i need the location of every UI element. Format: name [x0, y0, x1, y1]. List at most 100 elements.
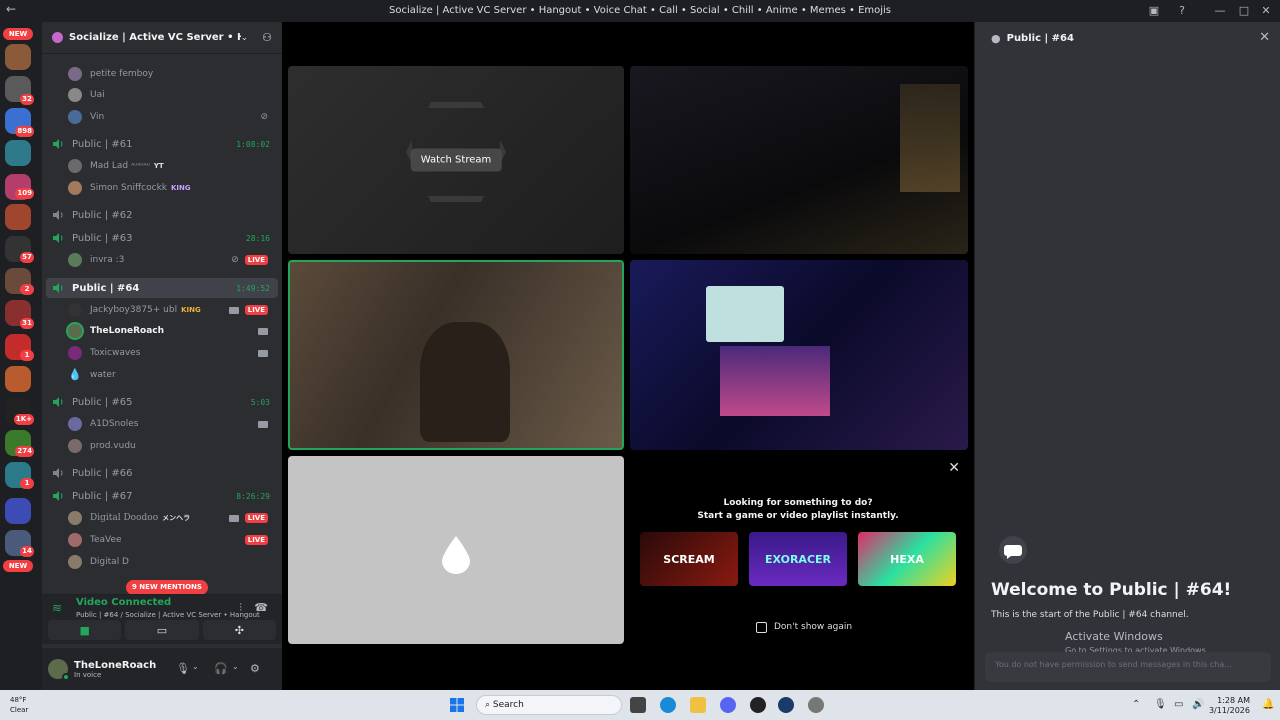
- steam-icon[interactable]: [778, 697, 794, 713]
- server-header[interactable]: Socialize | Active VC Server • Han... ⌄ …: [42, 22, 282, 54]
- discord-icon[interactable]: [720, 697, 736, 713]
- windows-taskbar: 48°F Clear ⌕ Search ⌃ 🎙 ▭ 🔊 1:28 AM 3/11…: [0, 690, 1280, 720]
- server-rail: NEW 32 898 109 57 2 31 1 1K+ 274 1 14 NE…: [0, 22, 36, 690]
- member-name[interactable]: water: [90, 370, 116, 380]
- inbox-icon[interactable]: ▣: [1146, 3, 1162, 19]
- voice-channel[interactable]: Public | #61 1:08:02: [46, 134, 278, 154]
- member-name[interactable]: Jackyboy3875+ ubl: [90, 305, 177, 315]
- help-icon[interactable]: ?: [1174, 3, 1190, 19]
- watch-stream-button[interactable]: Watch Stream: [410, 148, 502, 172]
- notification-bell-icon[interactable]: 🔔: [1262, 699, 1274, 710]
- microphone-icon[interactable]: 🎙: [1154, 699, 1167, 710]
- signal-icon[interactable]: ≋: [52, 601, 62, 615]
- video-tile-speaking[interactable]: [288, 260, 624, 450]
- server-icon[interactable]: [5, 204, 31, 230]
- microphone-icon[interactable]: 🎙: [176, 662, 190, 675]
- task-view-icon[interactable]: [630, 697, 646, 713]
- windows-start-icon[interactable]: [450, 698, 464, 712]
- server-folder-icon[interactable]: [5, 498, 31, 524]
- activities-button[interactable]: ✣: [202, 620, 276, 640]
- avatar: [68, 253, 82, 267]
- new-pill[interactable]: NEW: [3, 28, 33, 40]
- add-member-icon[interactable]: ⚇: [262, 31, 272, 44]
- member-tag: KING: [181, 306, 201, 314]
- chevron-up-icon[interactable]: ⌃: [1132, 699, 1140, 710]
- game-card[interactable]: SCREAM: [640, 532, 738, 586]
- member-name[interactable]: prod.vudu: [90, 441, 136, 451]
- screen-share-button[interactable]: ▭: [125, 620, 199, 640]
- stream-tile[interactable]: Watch Stream: [288, 66, 624, 254]
- new-mentions-pill[interactable]: 9 NEW MENTIONS: [126, 580, 208, 595]
- new-pill[interactable]: NEW: [3, 560, 33, 572]
- muted-icon: ⊘: [231, 255, 239, 265]
- edge-icon[interactable]: [660, 697, 676, 713]
- member-tag: KING: [171, 184, 191, 192]
- chevron-down-icon[interactable]: ⌄: [241, 33, 249, 43]
- channel-name: Public | #64: [72, 282, 140, 294]
- chevron-down-icon[interactable]: ⌄: [192, 662, 199, 671]
- close-window-button[interactable]: ✕: [1258, 3, 1274, 19]
- settings-gear-icon[interactable]: ⚙: [250, 662, 260, 675]
- disconnect-icon[interactable]: ☎: [254, 601, 268, 614]
- close-icon[interactable]: ✕: [948, 460, 960, 476]
- server-icon[interactable]: [5, 140, 31, 166]
- taskbar-search[interactable]: ⌕ Search: [476, 695, 622, 715]
- member-name[interactable]: TeaVee: [90, 535, 122, 545]
- unread-badge: 109: [15, 188, 34, 199]
- channel-list: petite femboy Uai Vin ⊘ Public | #61 1:08…: [42, 54, 282, 594]
- avatar: [68, 159, 82, 173]
- avatar[interactable]: [48, 659, 70, 681]
- server-icon[interactable]: [5, 44, 31, 70]
- unread-badge: 2: [20, 284, 34, 295]
- network-icon[interactable]: ▭: [1174, 699, 1183, 710]
- app-icon[interactable]: [750, 697, 766, 713]
- message-input-disabled: You do not have permission to send messa…: [985, 652, 1271, 682]
- unread-badge: 1: [20, 478, 34, 489]
- member-name[interactable]: Simon Sniffcockk: [90, 183, 167, 193]
- noise-suppression-icon[interactable]: ⫶: [239, 601, 242, 615]
- member-name[interactable]: TheLoneRoach: [90, 326, 164, 336]
- member-name[interactable]: Uai: [90, 90, 105, 100]
- minimize-button[interactable]: —: [1212, 3, 1228, 19]
- avatar: [68, 181, 82, 195]
- clock-date: 3/11/2026: [1208, 706, 1250, 715]
- settings-icon[interactable]: [808, 697, 824, 713]
- member-name[interactable]: Toxicwaves: [90, 348, 140, 358]
- weather-widget[interactable]: 48°F Clear: [10, 695, 28, 715]
- speaker-icon: [53, 139, 63, 149]
- voice-connected-label: Video Connected: [76, 597, 172, 608]
- volume-icon[interactable]: 🔊: [1192, 699, 1204, 710]
- member-name[interactable]: Vin: [90, 112, 104, 122]
- member-name[interactable]: petite femboy: [90, 69, 153, 79]
- voice-channel-active[interactable]: Public | #64 1:49:52: [46, 278, 278, 298]
- voice-channel[interactable]: Public | #65 5:03: [46, 392, 278, 412]
- member-name[interactable]: Digital D: [90, 557, 129, 567]
- close-icon[interactable]: ✕: [1259, 30, 1270, 45]
- taskbar-clock[interactable]: 1:28 AM 3/11/2026: [1209, 696, 1250, 716]
- server-icon[interactable]: [5, 366, 31, 392]
- online-status-icon: [62, 673, 70, 681]
- file-explorer-icon[interactable]: [690, 697, 706, 713]
- voice-channel[interactable]: Public | #66: [46, 463, 278, 483]
- dont-show-label: Don't show again: [774, 622, 853, 632]
- video-tile[interactable]: [630, 66, 968, 254]
- member-name[interactable]: Digital Doodoo: [90, 513, 158, 523]
- dont-show-checkbox[interactable]: [756, 622, 767, 633]
- headphones-icon[interactable]: 🎧: [214, 662, 228, 675]
- channel-name: Public | #61: [72, 138, 133, 150]
- audio-only-tile[interactable]: [288, 456, 624, 644]
- voice-channel[interactable]: Public | #67 8:26:29: [46, 486, 278, 506]
- maximize-button[interactable]: □: [1236, 3, 1252, 19]
- game-card[interactable]: EXORACER: [749, 532, 847, 586]
- voice-channel[interactable]: Public | #63 28:16: [46, 228, 278, 248]
- voice-channel[interactable]: Public | #62: [46, 205, 278, 225]
- member-name[interactable]: A1DSnoles: [90, 419, 138, 429]
- voice-location[interactable]: Public | #64 / Socialize | Active VC Ser…: [76, 611, 260, 619]
- game-card[interactable]: HEXA: [858, 532, 956, 586]
- weather-condition: Clear: [10, 706, 29, 714]
- video-tile[interactable]: [630, 260, 968, 450]
- member-name[interactable]: Mad Lad: [90, 161, 128, 171]
- camera-button[interactable]: ■: [48, 620, 122, 640]
- member-name[interactable]: invra :3: [90, 255, 124, 265]
- chevron-down-icon[interactable]: ⌄: [232, 662, 239, 671]
